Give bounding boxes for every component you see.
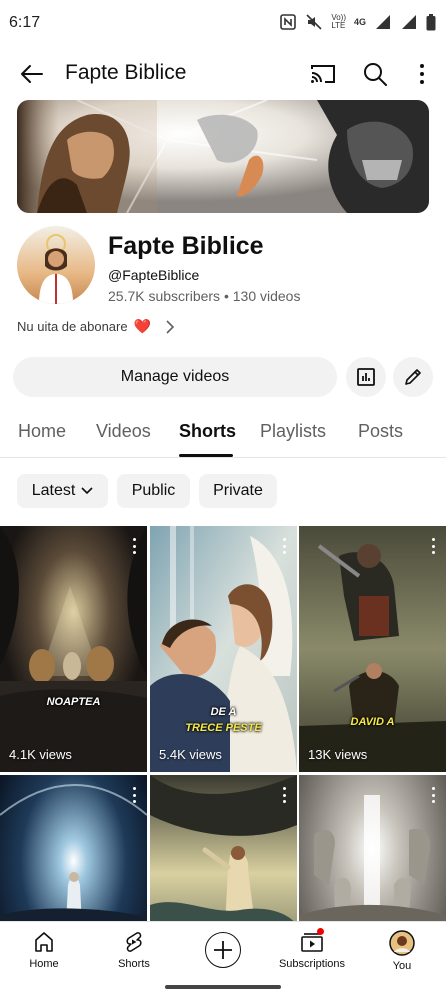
nav-shorts-label: Shorts (118, 958, 150, 970)
channel-banner (17, 100, 429, 213)
cast-button[interactable] (309, 61, 337, 87)
filter-latest-label: Latest (31, 482, 76, 499)
short-more-button[interactable] (432, 538, 436, 554)
create-button[interactable] (205, 932, 241, 968)
subscriber-count: 25.7K subscribers (108, 288, 221, 304)
status-bar: 6:17 Vo)) LTE 4G (0, 0, 446, 46)
more-vert-icon (283, 538, 286, 541)
top-app-bar: Fapte Biblice (0, 52, 446, 96)
signal-icon (402, 15, 416, 29)
short-item[interactable]: DE A TRECE PESTE 5.4K views (150, 526, 297, 772)
short-more-button[interactable] (432, 787, 436, 803)
edit-pencil-icon (405, 369, 421, 385)
analytics-button[interactable] (346, 357, 386, 397)
channel-avatar[interactable] (17, 226, 95, 304)
more-vert-icon (133, 538, 136, 541)
status-time: 6:17 (9, 14, 41, 31)
short-views: 13K views (308, 747, 368, 762)
status-icons: Vo)) LTE 4G (279, 13, 436, 31)
short-views: 5.4K views (159, 747, 222, 762)
short-item[interactable]: NOAPTEA 4.1K views (0, 526, 147, 772)
more-vert-icon (432, 787, 435, 790)
signal-icon (376, 15, 390, 29)
video-count: 130 videos (232, 288, 301, 304)
more-options-button[interactable] (410, 61, 434, 87)
channel-description[interactable]: Nu uita de abonare ❤️ (17, 318, 177, 335)
shorts-icon (126, 932, 142, 952)
more-vert-icon (432, 538, 435, 541)
short-more-button[interactable] (133, 787, 137, 803)
nav-subscriptions-label: Subscriptions (278, 958, 346, 970)
page-title: Fapte Biblice (65, 61, 187, 84)
stats-separator: • (220, 288, 233, 304)
chevron-right-icon (166, 319, 175, 334)
short-caption: NOAPTEA (46, 696, 101, 708)
banner-image (17, 100, 429, 213)
active-tab-indicator (179, 454, 233, 457)
channel-stats: 25.7K subscribers • 130 videos (108, 288, 300, 304)
tab-posts[interactable]: Posts (358, 421, 403, 442)
short-thumbnail (299, 526, 446, 772)
notification-dot (317, 928, 324, 935)
home-icon (35, 932, 53, 952)
description-text: Nu uita de abonare (17, 319, 128, 334)
more-vert-icon (420, 64, 424, 68)
lte-label: LTE (331, 21, 346, 30)
filter-public-chip[interactable]: Public (117, 474, 190, 508)
short-caption-line2: TRECE PESTE (185, 722, 262, 734)
avatar-image (17, 226, 95, 304)
short-thumbnail (0, 526, 147, 772)
channel-name: Fapte Biblice (108, 232, 264, 260)
nav-you-label: You (392, 960, 412, 972)
back-arrow-icon (21, 65, 43, 83)
tab-playlists[interactable]: Playlists (260, 421, 326, 442)
plus-icon (214, 941, 232, 959)
back-button[interactable] (16, 60, 46, 88)
channel-handle: @FapteBiblice (108, 267, 200, 283)
network-type-group: 4G (354, 17, 366, 27)
filter-latest-chip[interactable]: Latest (17, 474, 108, 508)
edit-button[interactable] (393, 357, 433, 397)
manage-videos-button[interactable]: Manage videos (13, 357, 337, 397)
battery-icon (426, 13, 436, 30)
more-vert-icon (133, 787, 136, 790)
home-indicator[interactable] (165, 985, 281, 989)
search-button[interactable] (362, 61, 390, 87)
nav-you[interactable]: You (362, 930, 442, 972)
nfc-icon (280, 14, 297, 30)
short-caption: DAVID A (350, 716, 395, 728)
short-item[interactable]: DAVID A 13K views (299, 526, 446, 772)
analytics-icon (357, 368, 375, 386)
network-type: 4G (353, 17, 366, 27)
filter-private-chip[interactable]: Private (199, 474, 277, 508)
tab-shorts[interactable]: Shorts (179, 421, 236, 442)
profile-avatar-icon (389, 930, 415, 956)
short-more-button[interactable] (133, 538, 137, 554)
mute-icon (306, 14, 322, 30)
nav-subscriptions[interactable]: Subscriptions (272, 928, 352, 970)
tab-home[interactable]: Home (18, 421, 66, 442)
channel-tabs: Home Videos Shorts Playlists Posts (0, 412, 446, 458)
short-views: 4.1K views (9, 747, 72, 762)
nav-shorts[interactable]: Shorts (94, 930, 174, 970)
search-icon (364, 63, 387, 86)
cast-icon (311, 65, 335, 83)
short-more-button[interactable] (283, 538, 287, 554)
chevron-down-icon (81, 487, 93, 495)
short-more-button[interactable] (283, 787, 287, 803)
nav-home[interactable]: Home (4, 930, 84, 970)
short-caption-line1: DE A (210, 706, 237, 718)
tab-videos[interactable]: Videos (96, 421, 151, 442)
heart-emoji: ❤️ (133, 318, 152, 334)
short-thumbnail (150, 526, 297, 772)
nav-home-label: Home (29, 958, 59, 970)
network-indicator: Vo)) LTE (331, 14, 346, 30)
more-vert-icon (283, 787, 286, 790)
